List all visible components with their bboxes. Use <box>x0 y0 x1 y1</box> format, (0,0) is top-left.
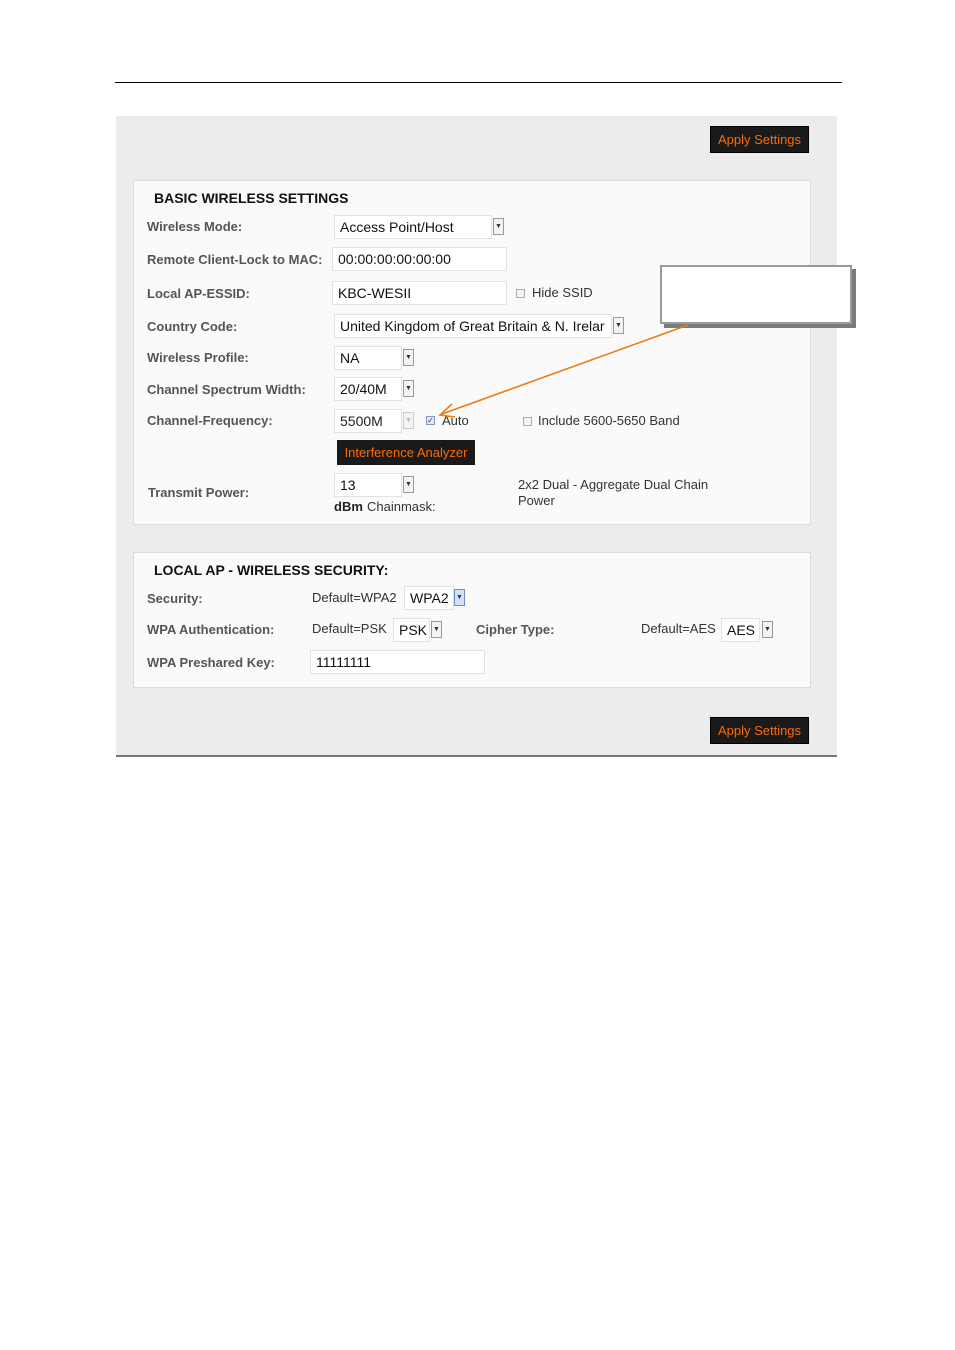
annotation-arrow <box>438 324 689 418</box>
